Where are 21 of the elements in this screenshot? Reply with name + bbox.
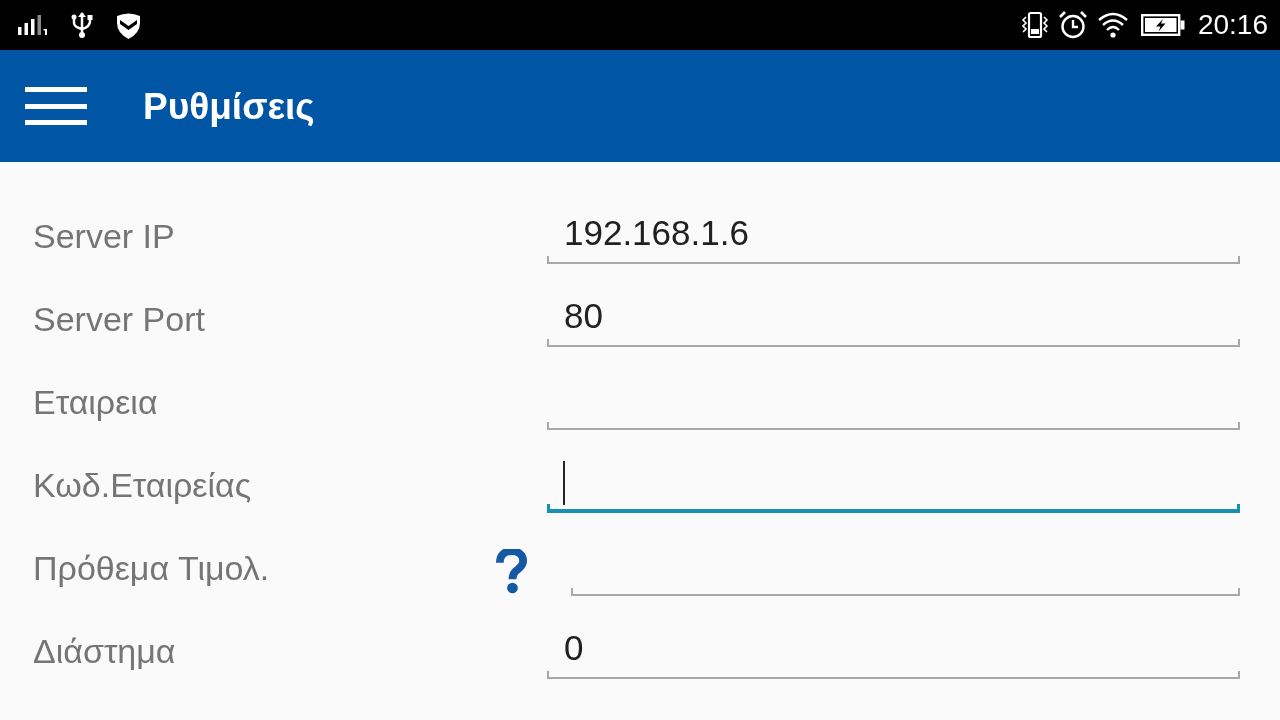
shield-icon (116, 11, 141, 39)
field-label: Πρόθεμα Τιμολ. (33, 551, 270, 585)
vibrate-icon (1020, 11, 1049, 39)
field-label: Server Port (33, 302, 205, 336)
alarm-clock-icon (1058, 11, 1087, 39)
input-field[interactable]: 0 (547, 623, 1240, 679)
battery-charging-icon (1140, 13, 1185, 37)
wifi-icon (1096, 12, 1129, 38)
field-label: Server IP (33, 219, 175, 253)
clock-time: 20:16 (1197, 11, 1268, 39)
field-label: Εταιρεια (33, 385, 158, 419)
signal-icon (18, 15, 50, 35)
menu-button[interactable] (25, 86, 87, 126)
help-icon[interactable] (495, 548, 528, 594)
usb-icon (70, 12, 94, 38)
text-cursor-icon (563, 461, 565, 505)
input-field[interactable]: 192.168.1.6 (547, 208, 1240, 264)
screen-title: Ρυθμίσεις (143, 87, 315, 125)
input-field[interactable]: 80 (547, 291, 1240, 347)
field-label: Διάστημα (33, 634, 176, 668)
field-label: Κωδ.Εταιρείας (33, 468, 252, 502)
